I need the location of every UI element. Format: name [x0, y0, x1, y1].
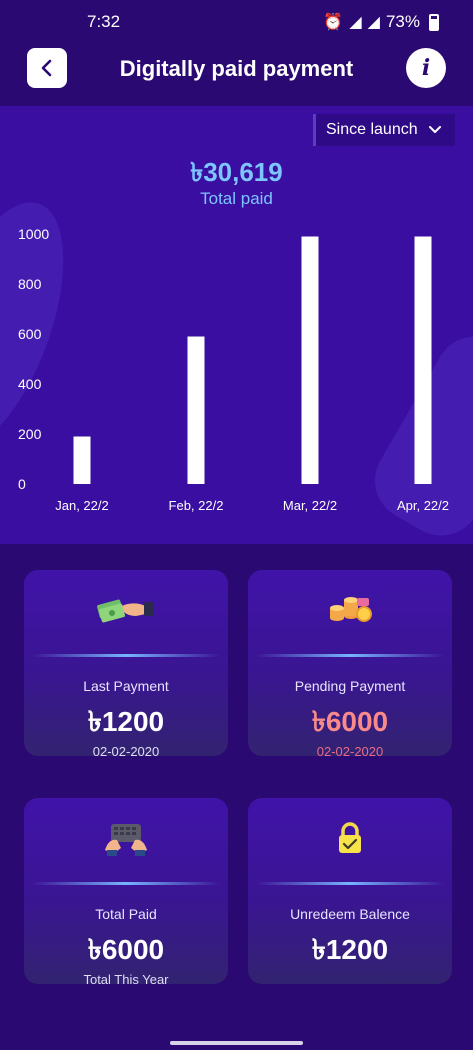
money-payment-icon: [24, 592, 228, 628]
lock-icon: [248, 820, 452, 856]
card-date: 02-02-2020: [316, 744, 384, 759]
chevron-down-icon: [428, 126, 441, 133]
total-paid-card[interactable]: Total Paid ৳6000 Total This Year: [24, 798, 228, 987]
y-tick-label: 800: [18, 276, 42, 292]
card-value: ৳1200: [311, 934, 389, 965]
y-tick-label: 200: [18, 426, 42, 442]
card-value: ৳6000: [87, 934, 165, 965]
card-divider: [256, 654, 444, 657]
app-header: Digitally paid payment i: [0, 44, 473, 104]
chart-bar[interactable]: [301, 236, 319, 485]
y-tick-label: 0: [18, 476, 26, 492]
alarm-icon: ⏰: [323, 14, 344, 31]
card-label: Last Payment: [83, 678, 169, 694]
x-tick-label: Apr, 22/2: [397, 498, 449, 513]
home-indicator[interactable]: [170, 1041, 303, 1045]
card-label: Pending Payment: [294, 678, 406, 694]
y-tick-label: 1000: [18, 226, 49, 242]
status-time: 7:32: [87, 12, 121, 31]
x-tick-label: Jan, 22/2: [55, 498, 109, 513]
info-button[interactable]: i: [406, 48, 446, 88]
range-dropdown[interactable]: Since launch: [313, 114, 455, 146]
card-value: ৳6000: [311, 706, 389, 737]
card-subtitle: Total This Year: [83, 972, 169, 987]
chart-bar[interactable]: [414, 236, 432, 485]
range-dropdown-label: Since launch: [326, 121, 418, 138]
y-tick-label: 600: [18, 326, 42, 342]
card-divider: [32, 654, 220, 657]
battery-percent: 73%: [385, 12, 420, 31]
status-bar: 7:32 ⏰ ◢ ◢ 73%: [0, 0, 473, 44]
page-title: Digitally paid payment: [119, 56, 354, 81]
signal-icon: ◢: [349, 14, 362, 31]
card-date: 02-02-2020: [92, 744, 160, 759]
unredeem-balance-card[interactable]: Unredeem Balence ৳1200: [248, 798, 452, 984]
network-4g-icon: ◢: [367, 14, 380, 31]
bar-chart: 0 200 400 600 800 1000 Jan, 22/2 Feb, 22/2 Mar, …: [18, 226, 449, 513]
x-tick-label: Mar, 22/2: [283, 498, 337, 513]
chart-bar[interactable]: [187, 336, 205, 485]
chart-section: Since launch ৳30,619 Total paid 0 200 400 6…: [0, 106, 473, 544]
card-label: Total Paid: [95, 906, 157, 922]
card-label: Unredeem Balence: [290, 906, 410, 922]
card-divider: [32, 882, 220, 885]
battery-icon: [429, 13, 439, 31]
status-icons: ⏰ ◢ ◢ 73%: [323, 12, 439, 32]
pending-payment-card[interactable]: Pending Payment ৳6000 02-02-2020: [248, 570, 452, 759]
card-divider: [256, 882, 444, 885]
info-icon: i: [421, 55, 431, 81]
x-tick-label: Feb, 22/2: [169, 498, 224, 513]
last-payment-card[interactable]: Last Payment ৳1200 02-02-2020: [24, 570, 228, 759]
chart-bar[interactable]: [73, 436, 91, 485]
y-tick-label: 400: [18, 376, 42, 392]
coins-icon: [248, 592, 452, 628]
card-value: ৳1200: [87, 706, 165, 737]
keyboard-hands-icon: [24, 820, 228, 856]
total-paid-label: Total paid: [200, 189, 273, 208]
